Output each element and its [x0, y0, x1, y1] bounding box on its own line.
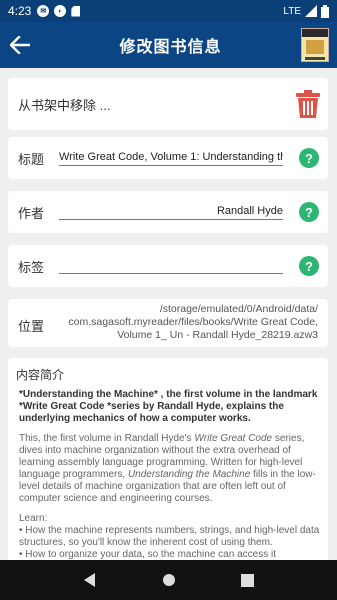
location-path-line: /storage/emulated/0/Android/data/	[159, 303, 318, 315]
tags-input[interactable]	[59, 256, 283, 274]
tags-help-button[interactable]: ?	[299, 256, 319, 276]
author-label: 作者	[18, 205, 45, 221]
sd-card-icon	[71, 5, 81, 17]
remove-from-shelf-row[interactable]: 从书架中移除 ...	[8, 78, 328, 130]
description-learn-label: Learn:	[19, 513, 48, 524]
page-title: 修改图书信息	[119, 39, 222, 56]
description-lead: *Understanding the Machine* , the first …	[19, 389, 318, 424]
notification-icon: ✉	[37, 5, 50, 17]
description-bullet: • How to organize your data, so the mach…	[19, 549, 276, 560]
location-label: 位置	[18, 319, 45, 334]
description-paragraph: This, the first volume in Randall Hyde's…	[19, 433, 316, 504]
tags-row: 标签 ?	[8, 245, 328, 287]
arrow-left-icon	[10, 36, 30, 54]
status-bar: 4:23 ✉ ◐ LTE	[0, 0, 337, 22]
author-row: 作者 Randall Hyde ?	[8, 191, 328, 233]
status-time: 4:23	[8, 4, 32, 18]
author-input[interactable]: Randall Hyde	[59, 202, 283, 220]
nav-home-icon[interactable]	[162, 573, 176, 587]
app-notification-icon: ◐	[54, 5, 67, 17]
trash-icon[interactable]	[296, 90, 320, 118]
title-input[interactable]: Write Great Code, Volume 1: Understandin…	[59, 148, 283, 166]
network-type: LTE	[283, 5, 301, 17]
location-path-line: com.sagasoft.myreader/files/books/Write …	[68, 316, 318, 328]
nav-back-icon[interactable]	[83, 573, 97, 587]
back-button[interactable]	[0, 22, 40, 68]
tags-label: 标签	[18, 259, 45, 275]
app-bar: 修改图书信息	[0, 22, 337, 68]
book-cover-thumbnail[interactable]	[301, 28, 329, 62]
location-path: /storage/emulated/0/Android/data/ com.sa…	[50, 303, 318, 342]
title-label: 标题	[18, 151, 45, 167]
title-row: 标题 Write Great Code, Volume 1: Understan…	[8, 137, 328, 179]
location-path-line: Volume 1_ Un - Randall Hyde_28219.azw3	[117, 329, 318, 341]
nav-recents-icon[interactable]	[241, 573, 255, 587]
location-row: 位置 /storage/emulated/0/Android/data/ com…	[8, 299, 328, 347]
edit-form: 从书架中移除 ... 标题 Write Great Code, Volume 1…	[0, 68, 337, 560]
author-help-button[interactable]: ?	[299, 202, 319, 222]
description-card[interactable]: 内容简介 *Understanding the Machine* , the f…	[8, 358, 328, 560]
description-bullet: • How the machine represents numbers, st…	[19, 525, 320, 548]
signal-icon	[305, 5, 317, 17]
remove-from-shelf-label: 从书架中移除 ...	[18, 97, 111, 113]
title-help-button[interactable]: ?	[299, 148, 319, 168]
system-nav-bar	[0, 560, 337, 600]
description-title: 内容简介	[16, 368, 65, 382]
battery-icon	[321, 4, 329, 18]
